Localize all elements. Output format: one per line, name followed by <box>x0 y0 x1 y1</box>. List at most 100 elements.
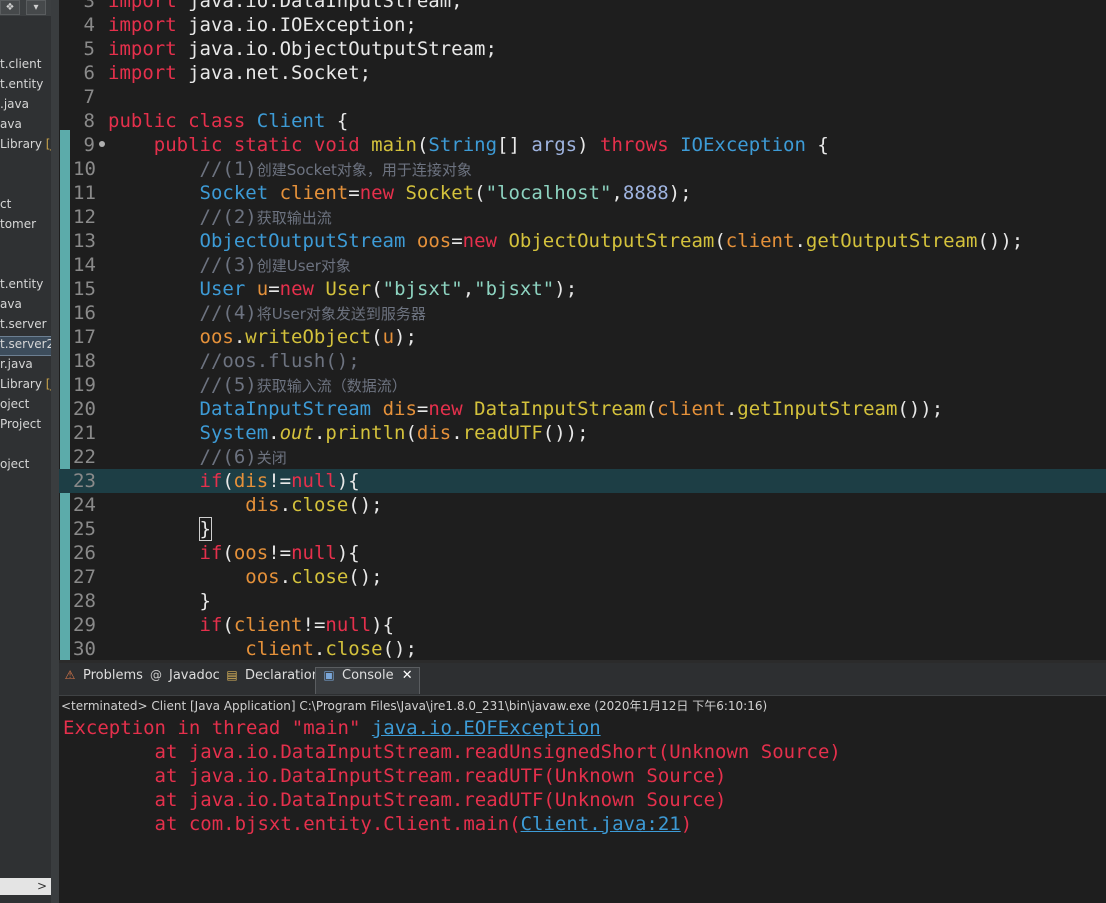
code-token: ) <box>577 134 601 156</box>
code-line[interactable]: 4 import java.io.IOException; <box>59 13 1106 37</box>
tree-item[interactable]: t.entity <box>0 277 43 295</box>
line-number: 11 <box>73 182 96 204</box>
line-number: 19 <box>73 374 96 396</box>
console-link[interactable]: java.io.EOFException <box>372 717 601 739</box>
console-link[interactable]: Client.java:21 <box>521 813 681 835</box>
tree-item[interactable]: .java <box>0 97 29 115</box>
code-line[interactable]: 16 //(4)将User对象发送到服务器 <box>59 301 1106 325</box>
code-line[interactable]: 26 if(oos!=null){ <box>59 541 1106 565</box>
code-line[interactable]: 11 Socket client=new Socket("localhost",… <box>59 181 1106 205</box>
tree-item[interactable]: Library [J <box>0 137 51 155</box>
tree-item[interactable]: ava <box>0 297 22 315</box>
code-line[interactable]: 22 //(6)关闭 <box>59 445 1106 469</box>
code-line[interactable]: 25 } <box>59 517 1106 541</box>
tab-console[interactable]: ▣ Console ✕ <box>315 667 420 694</box>
tree-item[interactable]: Project <box>0 417 41 435</box>
code-token: client <box>657 398 726 420</box>
code-token: [] <box>497 134 532 156</box>
code-token: Socket <box>199 182 269 204</box>
tree-item[interactable]: tomer <box>0 217 36 235</box>
tree-item[interactable]: t.server <box>0 317 47 335</box>
code-line[interactable]: 29 if(client!=null){ <box>59 613 1106 637</box>
explorer-toolbar: ❖ ▾ <box>0 0 51 16</box>
code-line[interactable]: 15 User u=new User("bjsxt","bjsxt"); <box>59 277 1106 301</box>
tree-item-label: t.server2 <box>0 337 51 351</box>
code-line[interactable]: 3 import java.io.DataInputStream; <box>59 0 1106 13</box>
code-line[interactable]: 21 System.out.println(dis.readUTF()); <box>59 421 1106 445</box>
code-text: if(oos!=null){ <box>108 541 360 565</box>
tab-declaration[interactable]: ▤ Declaration <box>225 668 320 694</box>
tree-item-label: oject <box>0 457 30 471</box>
code-token: //(3) <box>199 254 257 276</box>
code-token: 创建User对象 <box>256 257 351 275</box>
tree-item[interactable]: t.entity <box>0 77 43 95</box>
close-icon[interactable]: ✕ <box>398 668 413 683</box>
code-token: ()); <box>977 230 1024 252</box>
line-number: 7 <box>83 86 95 108</box>
tree-item-label: r.java <box>0 357 33 371</box>
tree-item[interactable]: Library [J <box>0 377 51 395</box>
console-line: at java.io.DataInputStream.readUTF(Unkno… <box>63 764 727 788</box>
chevron-down-icon[interactable]: ▾ <box>26 0 46 15</box>
code-line[interactable]: 28 } <box>59 589 1106 613</box>
code-text: import java.io.ObjectOutputStream; <box>108 37 497 61</box>
code-text: //(6)关闭 <box>108 445 287 470</box>
code-text: import java.net.Socket; <box>108 61 371 85</box>
code-line[interactable]: 17 oos.writeObject(u); <box>59 325 1106 349</box>
tree-item[interactable]: t.client <box>0 57 41 75</box>
tab-problems[interactable]: ⚠ Problems <box>63 668 143 694</box>
view-divider[interactable] <box>51 0 59 903</box>
code-line[interactable]: 12 //(2)获取输出流 <box>59 205 1106 229</box>
code-token: ()); <box>897 398 944 420</box>
code-token: java.io.IOException; <box>176 14 417 36</box>
tree-item-label: t.server <box>0 317 47 331</box>
code-line[interactable]: 30 client.close(); <box>59 637 1106 660</box>
tree-item[interactable]: oject <box>0 397 29 415</box>
tree-item[interactable]: t.server2 <box>0 336 51 356</box>
code-token: new <box>462 230 497 252</box>
code-line[interactable]: 9 public static void main(String[] args)… <box>59 133 1106 157</box>
code-line[interactable]: 7 <box>59 85 1106 109</box>
code-line[interactable]: 14 //(3)创建User对象 <box>59 253 1106 277</box>
code-token: out <box>279 422 314 444</box>
code-line[interactable]: 13 ObjectOutputStream oos=new ObjectOutp… <box>59 229 1106 253</box>
code-line[interactable]: 6 import java.net.Socket; <box>59 61 1106 85</box>
tree-item[interactable]: oject <box>0 457 29 475</box>
code-line[interactable]: 5 import java.io.ObjectOutputStream; <box>59 37 1106 61</box>
code-token: { <box>805 134 829 156</box>
code-token: != <box>268 470 292 492</box>
code-token: ( <box>222 614 234 636</box>
code-line[interactable]: 18 //oos.flush(); <box>59 349 1106 373</box>
tab-javadoc[interactable]: @ Javadoc <box>149 668 220 694</box>
code-line[interactable]: 19 //(5)获取输入流（数据流） <box>59 373 1106 397</box>
code-token: ( <box>416 134 429 156</box>
code-token: import <box>108 62 177 84</box>
code-line[interactable]: 23 if(dis!=null){ <box>59 469 1106 493</box>
view-menu-icon[interactable]: ❖ <box>0 0 20 15</box>
tree-item[interactable]: r.java <box>0 357 33 375</box>
code-token: oos <box>233 542 269 564</box>
fold-icon[interactable] <box>99 141 105 147</box>
code-token: , <box>611 182 623 204</box>
tree-item[interactable]: ava <box>0 117 22 135</box>
code-line[interactable]: 8 public class Client { <box>59 109 1106 133</box>
horizontal-scrollbar[interactable]: > <box>0 878 51 895</box>
code-line[interactable]: 10 //(1)创建Socket对象，用于连接对象 <box>59 157 1106 181</box>
tree-item[interactable]: ct <box>0 197 11 215</box>
scroll-right-icon[interactable]: > <box>37 878 47 895</box>
code-line[interactable]: 24 dis.close(); <box>59 493 1106 517</box>
code-editor[interactable]: 3 import java.io.DataInputStream; 4 import … <box>59 0 1106 660</box>
code-token: u <box>256 278 269 300</box>
bottom-panel: ⚠ Problems @ Javadoc ▤ Declaration ▣ Console ✕ … <box>59 663 1106 903</box>
code-line[interactable]: 27 oos.close(); <box>59 565 1106 589</box>
code-token: void <box>313 134 360 156</box>
code-line[interactable]: 20 DataInputStream dis=new DataInputStre… <box>59 397 1106 421</box>
tree-item-badge: [J <box>45 377 51 391</box>
